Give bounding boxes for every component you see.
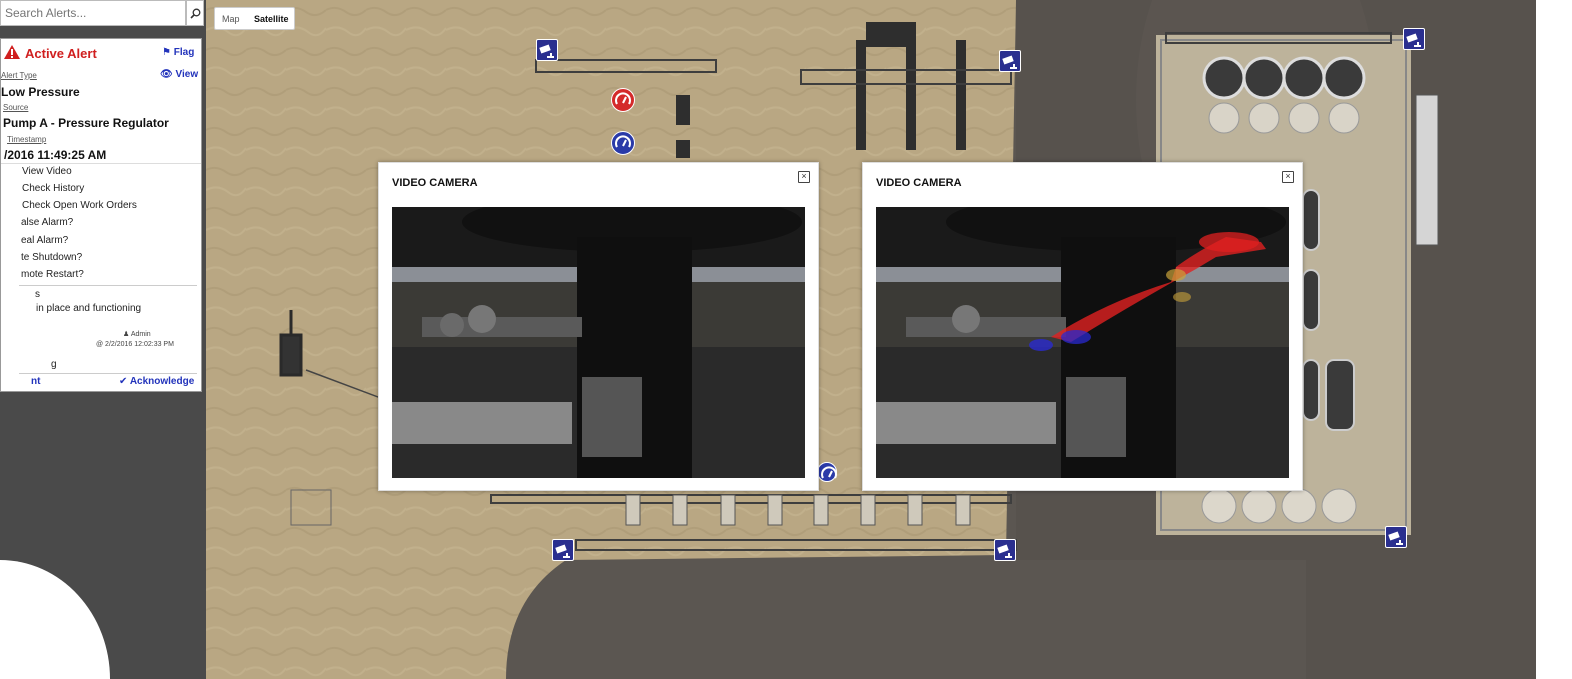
check-icon: ✔ xyxy=(119,376,128,387)
gauge-marker[interactable] xyxy=(611,131,635,155)
action-remote-shutdown[interactable]: te Shutdown? xyxy=(21,252,82,263)
video-camera-popup: VIDEO CAMERA × xyxy=(862,162,1303,491)
search-icon xyxy=(189,8,200,19)
action-false-alarm[interactable]: alse Alarm? xyxy=(21,217,73,228)
print-button[interactable]: nt xyxy=(31,376,40,387)
alert-panel: Active Alert ⚑ Flag 👁 View Alert Type Lo… xyxy=(0,38,202,392)
note-author-name: Admin xyxy=(130,331,151,338)
camera-marker[interactable] xyxy=(999,50,1021,72)
camera-marker[interactable] xyxy=(1385,526,1407,548)
search-input[interactable] xyxy=(1,1,185,25)
close-icon[interactable]: × xyxy=(1282,171,1294,183)
acknowledge-button[interactable]: ✔ Acknowledge xyxy=(119,376,194,387)
popup-title: VIDEO CAMERA xyxy=(876,177,962,189)
gauge-icon xyxy=(818,466,840,489)
camera-icon xyxy=(1404,33,1424,53)
action-view-video[interactable]: View Video xyxy=(22,166,72,177)
gauge-alarm-marker[interactable] xyxy=(611,88,635,112)
camera-marker[interactable] xyxy=(536,39,558,61)
notes-label: s xyxy=(35,289,40,300)
camera-icon xyxy=(995,544,1015,564)
warning-icon xyxy=(4,45,20,59)
flag-icon: ⚑ xyxy=(162,47,171,58)
note-author: ♟ Admin xyxy=(123,330,151,338)
flag-label: Flag xyxy=(173,47,195,58)
timestamp-label: Timestamp xyxy=(7,135,47,144)
camera-icon xyxy=(1000,55,1020,75)
gauge-marker[interactable] xyxy=(817,462,837,482)
view-button[interactable]: 👁 View xyxy=(160,69,198,80)
popup-title: VIDEO CAMERA xyxy=(392,177,478,189)
timestamp-value: /2016 11:49:25 AM xyxy=(4,148,107,162)
action-real-alarm[interactable]: eal Alarm? xyxy=(21,235,68,246)
alert-type-value: Low Pressure xyxy=(1,85,80,99)
view-label: View xyxy=(175,69,199,80)
divider xyxy=(19,373,197,374)
source-label: Source xyxy=(3,103,29,112)
gauge-icon xyxy=(612,135,634,158)
divider xyxy=(1,163,201,164)
user-icon: ♟ xyxy=(123,331,130,338)
action-remote-restart[interactable]: mote Restart? xyxy=(21,269,84,280)
camera-marker[interactable] xyxy=(994,539,1016,561)
search-button[interactable] xyxy=(186,0,204,26)
note-time: @ 2/2/2016 12:02:33 PM xyxy=(96,341,174,348)
acknowledge-label: Acknowledge xyxy=(129,376,195,387)
map-type-toggle: Map Satellite xyxy=(214,7,295,30)
video-feed[interactable] xyxy=(876,207,1289,478)
flag-button[interactable]: ⚑ Flag xyxy=(162,47,194,58)
video-feed[interactable] xyxy=(392,207,805,478)
action-check-open-work-orders[interactable]: Check Open Work Orders xyxy=(22,200,137,211)
camera-icon xyxy=(1386,531,1406,551)
alert-type-label: Alert Type xyxy=(1,71,37,80)
camera-icon xyxy=(537,44,557,64)
gauge-icon xyxy=(612,92,634,115)
map-view-button[interactable]: Map xyxy=(222,14,240,24)
alert-title: Active Alert xyxy=(25,46,97,61)
video-camera-popup: VIDEO CAMERA × xyxy=(378,162,819,491)
source-value: Pump A - Pressure Regulator xyxy=(3,116,169,130)
camera-frame-thermal xyxy=(876,207,1289,478)
camera-marker[interactable] xyxy=(552,539,574,561)
note-text: in place and functioning xyxy=(36,303,142,314)
action-check-history[interactable]: Check History xyxy=(22,183,84,194)
camera-icon xyxy=(553,544,573,564)
eye-icon: 👁 xyxy=(160,69,173,80)
close-icon[interactable]: × xyxy=(798,171,810,183)
log-label: g xyxy=(51,359,57,370)
camera-frame xyxy=(392,207,805,478)
divider xyxy=(19,285,197,286)
camera-marker[interactable] xyxy=(1403,28,1425,50)
satellite-view-button[interactable]: Satellite xyxy=(254,14,289,24)
search-box xyxy=(0,0,186,26)
